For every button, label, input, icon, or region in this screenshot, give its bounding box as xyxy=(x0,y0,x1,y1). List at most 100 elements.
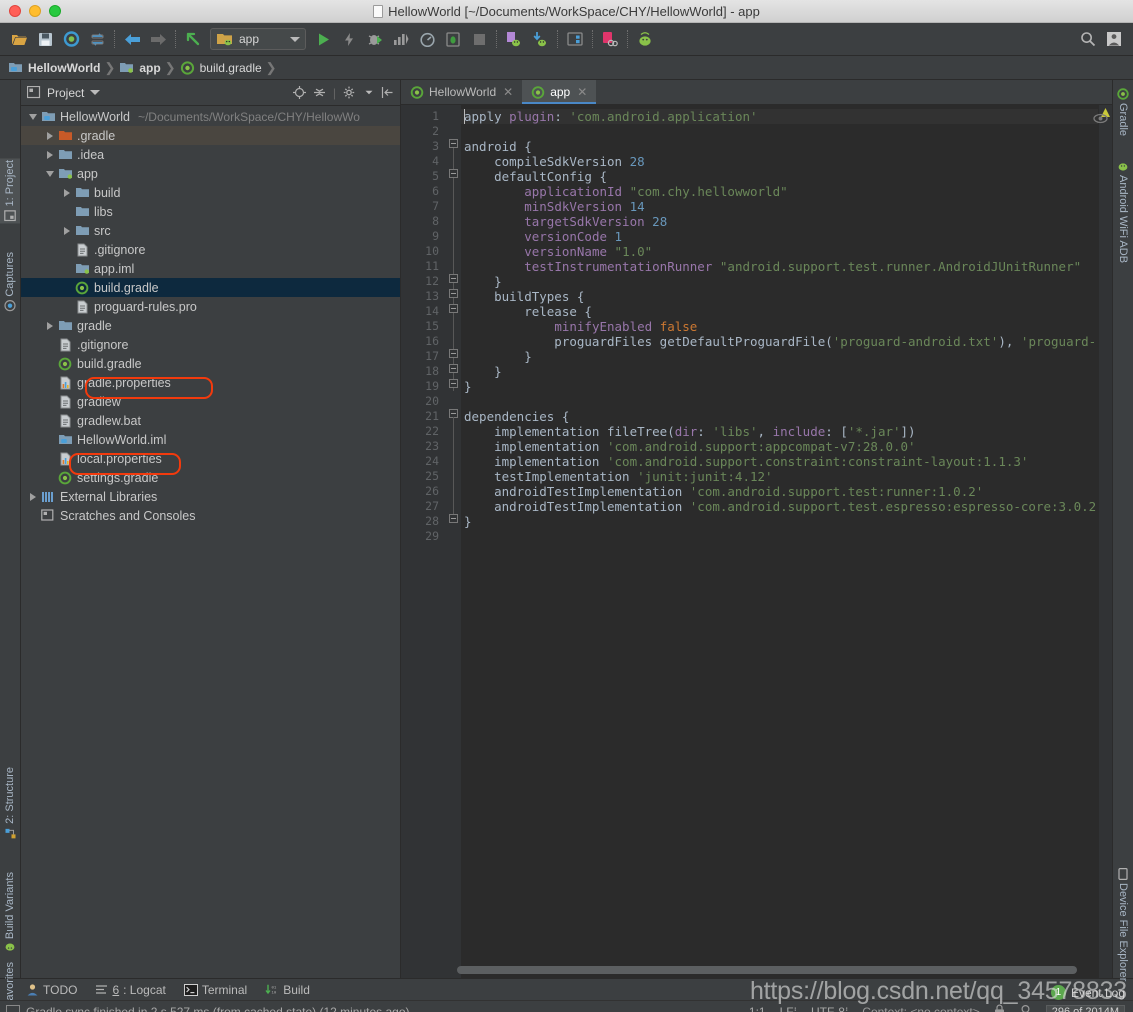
device-manager-icon[interactable] xyxy=(597,26,623,52)
code-line[interactable] xyxy=(461,124,1098,139)
tab-app[interactable]: app ✕ xyxy=(522,80,597,104)
tree-row[interactable]: app.iml xyxy=(21,259,400,278)
tree-row[interactable]: gradlew xyxy=(21,392,400,411)
code-line[interactable]: } xyxy=(461,514,1098,529)
code-line[interactable]: applicationId "com.chy.hellowworld" xyxy=(461,184,1098,199)
forward-icon[interactable] xyxy=(145,26,171,52)
layout-inspector-icon[interactable] xyxy=(562,26,588,52)
tree-row[interactable]: settings.gradle xyxy=(21,468,400,487)
code-line[interactable] xyxy=(461,529,1098,544)
fold-marker-close-3[interactable] xyxy=(449,364,458,373)
tree-expand-arrow-icon[interactable] xyxy=(44,320,55,331)
horizontal-scrollbar[interactable] xyxy=(447,966,1096,974)
code-line[interactable]: } xyxy=(461,364,1098,379)
tree-row[interactable]: .gitignore xyxy=(21,240,400,259)
tree-row[interactable]: gradle xyxy=(21,316,400,335)
code-line[interactable]: dependencies { xyxy=(461,409,1098,424)
tree-row[interactable]: .gitignore xyxy=(21,335,400,354)
code-line[interactable]: androidTestImplementation 'com.android.s… xyxy=(461,499,1098,514)
tab-hellowworld[interactable]: HellowWorld ✕ xyxy=(401,80,522,104)
code-line[interactable]: minifyEnabled false xyxy=(461,319,1098,334)
fold-marker-close-1[interactable] xyxy=(449,274,458,283)
code-line[interactable]: } xyxy=(461,274,1098,289)
code-line[interactable]: implementation fileTree(dir: 'libs', inc… xyxy=(461,424,1098,439)
profiler-bars-icon[interactable] xyxy=(388,26,414,52)
code-line[interactable]: android { xyxy=(461,139,1098,154)
apply-changes-icon[interactable] xyxy=(336,26,362,52)
sidebar-item-project[interactable]: 1: Project xyxy=(0,158,20,224)
memory-indicator[interactable]: 296 of 2014M xyxy=(1045,1005,1125,1012)
debug-icon[interactable] xyxy=(362,26,388,52)
avd-bug-icon[interactable] xyxy=(440,26,466,52)
reload-from-disk-icon[interactable] xyxy=(84,26,110,52)
bottom-item-build[interactable]: 01 10 Build xyxy=(265,983,310,997)
fold-marker-close-5[interactable] xyxy=(449,514,458,523)
tree-row[interactable]: proguard-rules.pro xyxy=(21,297,400,316)
tree-row[interactable]: External Libraries xyxy=(21,487,400,506)
sync-project-icon[interactable] xyxy=(58,26,84,52)
preview-eye-icon[interactable] xyxy=(1093,113,1108,127)
code-line[interactable]: implementation 'com.android.support.cons… xyxy=(461,454,1098,469)
sidebar-item-captures[interactable]: Captures xyxy=(0,250,20,314)
sidebar-item-build-variants[interactable]: Build Variants xyxy=(0,870,20,956)
code-line[interactable]: minSdkVersion 14 xyxy=(461,199,1098,214)
code-line[interactable]: targetSdkVersion 28 xyxy=(461,214,1098,229)
breadcrumb-item-module[interactable]: app xyxy=(119,61,164,75)
sidebar-item-structure[interactable]: 2: Structure xyxy=(0,765,20,841)
code-line[interactable]: compileSdkVersion 28 xyxy=(461,154,1098,169)
code-folding-gutter[interactable] xyxy=(447,105,461,978)
tree-row[interactable]: .gradle xyxy=(21,126,400,145)
close-icon[interactable]: ✕ xyxy=(577,85,587,99)
code-line[interactable]: } xyxy=(461,379,1098,394)
search-icon[interactable] xyxy=(1075,26,1101,52)
code-line[interactable] xyxy=(461,394,1098,409)
fold-marker-release[interactable] xyxy=(449,304,458,313)
tree-row[interactable]: .idea xyxy=(21,145,400,164)
sidebar-item-android-wifi-adb[interactable]: Android WiFi ADB xyxy=(1113,158,1133,265)
fold-marker-close-4[interactable] xyxy=(449,379,458,388)
undo-arrow-icon[interactable] xyxy=(180,26,206,52)
code-editor[interactable]: 1 2 3 4 5 6 7 8 9 10 11 12 13 14 15 16 17 18 19 20 21 22 23 24 2… xyxy=(401,105,1112,978)
code-line[interactable]: androidTestImplementation 'com.android.s… xyxy=(461,484,1098,499)
code-line[interactable]: apply plugin: 'com.android.application' xyxy=(461,109,1098,124)
sidebar-item-gradle[interactable]: Gradle xyxy=(1113,86,1133,138)
code-line[interactable]: testImplementation 'junit:junit:4.12' xyxy=(461,469,1098,484)
close-icon[interactable]: ✕ xyxy=(503,85,513,99)
code-line[interactable]: buildTypes { xyxy=(461,289,1098,304)
tree-row[interactable]: build xyxy=(21,183,400,202)
back-icon[interactable] xyxy=(119,26,145,52)
sidebar-item-device-file-explorer[interactable]: Device File Explorer xyxy=(1113,866,1133,983)
tree-row[interactable]: libs xyxy=(21,202,400,221)
module-selector[interactable]: app xyxy=(210,28,306,50)
settings-gear-icon[interactable] xyxy=(343,86,357,99)
scrollbar-thumb[interactable] xyxy=(457,966,1077,974)
bottom-item-todo[interactable]: TODO xyxy=(26,983,77,997)
inspection-icon[interactable] xyxy=(1019,1004,1032,1012)
account-icon[interactable] xyxy=(1101,26,1127,52)
tree-expand-arrow-icon[interactable] xyxy=(27,111,38,122)
stop-icon[interactable] xyxy=(466,26,492,52)
android-icon[interactable] xyxy=(632,26,658,52)
sdk-manager-icon[interactable] xyxy=(527,26,553,52)
code-line[interactable]: release { xyxy=(461,304,1098,319)
chevron-down-icon[interactable] xyxy=(90,90,101,95)
tree-row[interactable]: src xyxy=(21,221,400,240)
open-folder-icon[interactable] xyxy=(6,26,32,52)
collapse-all-icon[interactable] xyxy=(313,86,326,99)
fold-marker-defaultconfig[interactable] xyxy=(449,169,458,178)
line-separator[interactable]: LF⁞ xyxy=(780,1005,797,1012)
chevron-down-icon-2[interactable] xyxy=(365,90,373,95)
marker-scrollbar[interactable] xyxy=(1098,105,1112,978)
run-icon[interactable] xyxy=(310,26,336,52)
tree-row[interactable]: local.properties xyxy=(21,449,400,468)
tree-row[interactable]: Scratches and Consoles xyxy=(21,506,400,525)
tree-row[interactable]: HellowWorld ~/Documents/WorkSpace/CHY/Hel… xyxy=(21,107,400,126)
locate-icon[interactable] xyxy=(292,86,306,99)
code-line[interactable]: defaultConfig { xyxy=(461,169,1098,184)
fold-marker-buildtypes[interactable] xyxy=(449,289,458,298)
fold-marker-close-2[interactable] xyxy=(449,349,458,358)
breadcrumb-item-file[interactable]: build.gradle xyxy=(180,61,266,75)
tree-row[interactable]: app xyxy=(21,164,400,183)
bottom-item-logcat[interactable]: 6: Logcat xyxy=(95,983,166,997)
lock-icon[interactable] xyxy=(994,1004,1005,1012)
